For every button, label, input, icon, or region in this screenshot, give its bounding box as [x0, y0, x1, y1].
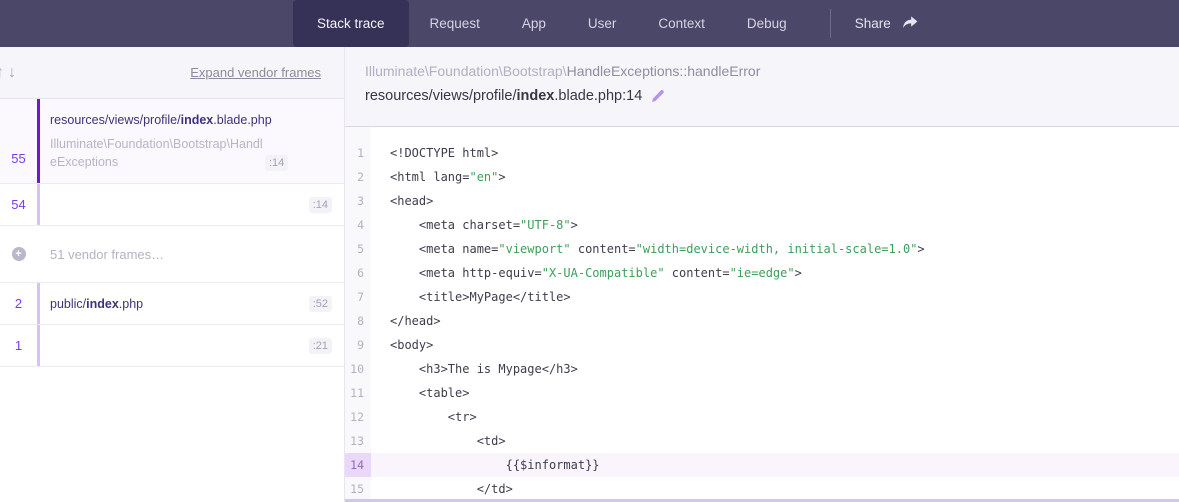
frame-file-path: resources/views/profile/index.blade.php: [50, 112, 332, 128]
vendor-frames-group[interactable]: +51 vendor frames…: [0, 226, 344, 283]
exception-handler-path: Illuminate\Foundation\Bootstrap\HandleEx…: [365, 63, 1179, 79]
next-frame-arrow-icon[interactable]: ↓: [6, 64, 18, 82]
share-button[interactable]: Share: [835, 0, 938, 47]
code-line-2: 2<html lang="en">: [345, 165, 1179, 189]
frame-line-badge: :14: [309, 197, 332, 213]
code-text: {{$informat}}: [371, 453, 1179, 477]
line-number: 15: [345, 477, 371, 501]
code-line-7: 7 <title>MyPage</title>: [345, 285, 1179, 309]
stack-frames-sidebar: ↑ ↓ Expand vendor frames 55resources/vie…: [0, 47, 345, 502]
code-text: <td>: [371, 429, 1179, 453]
code-text: <meta name="viewport" content="width=dev…: [371, 237, 1179, 261]
line-number: 12: [345, 405, 371, 429]
code-line-15: 15 </td>: [345, 477, 1179, 501]
code-text: <table>: [371, 381, 1179, 405]
edit-file-button[interactable]: [650, 89, 665, 104]
code-text: <meta http-equiv="X-UA-Compatible" conte…: [371, 261, 1179, 285]
line-number: 5: [345, 237, 371, 261]
code-viewer-header: Illuminate\Foundation\Bootstrap\HandleEx…: [345, 47, 1179, 126]
pencil-icon: [650, 89, 665, 104]
share-icon: [901, 16, 918, 31]
frame-number: 55: [0, 99, 37, 183]
frame-class-name: Illuminate\Foundation\Bootstrap\HandleEx…: [50, 135, 265, 171]
exception-class-prefix: Illuminate\Foundation\Bootstrap\: [365, 63, 567, 79]
line-number: 13: [345, 429, 371, 453]
line-number: 2: [345, 165, 371, 189]
tab-user[interactable]: User: [567, 0, 638, 47]
code-text: <tr>: [371, 405, 1179, 429]
tab-context[interactable]: Context: [637, 0, 726, 47]
code-text: <title>MyPage</title>: [371, 285, 1179, 309]
frame-line-badge: :52: [309, 296, 332, 312]
code-line-8: 8</head>: [345, 309, 1179, 333]
main-area: ↑ ↓ Expand vendor frames 55resources/vie…: [0, 47, 1179, 502]
code-viewer-panel: Illuminate\Foundation\Bootstrap\HandleEx…: [345, 47, 1179, 502]
frame-nav-arrows: ↑ ↓: [0, 64, 18, 82]
nav-divider: [830, 9, 831, 38]
frame-body: public/index.php:52: [40, 283, 344, 324]
line-number: 7: [345, 285, 371, 309]
file-line-number: :14: [622, 88, 642, 104]
code-text: <html lang="en">: [371, 165, 1179, 189]
top-nav: Stack traceRequestAppUserContextDebug Sh…: [0, 0, 1179, 47]
code-text: </head>: [371, 309, 1179, 333]
line-number: 14: [345, 453, 371, 477]
stack-frame-2[interactable]: 2public/index.php:52: [0, 283, 344, 325]
line-number: 9: [345, 333, 371, 357]
frame-number: 1: [0, 325, 37, 366]
expand-vendor-frames-link[interactable]: Expand vendor frames: [190, 65, 321, 80]
frame-number: 54: [0, 184, 37, 225]
frame-body: 51 vendor frames…: [40, 247, 344, 262]
code-line-6: 6 <meta http-equiv="X-UA-Compatible" con…: [345, 261, 1179, 285]
frame-line-badge: :21: [309, 338, 332, 354]
line-number: 11: [345, 381, 371, 405]
code-snippet: 1<!DOCTYPE html>2<html lang="en">3<head>…: [345, 126, 1179, 502]
frames-list: 55resources/views/profile/index.blade.ph…: [0, 99, 344, 502]
frame-line-badge: :14: [265, 155, 288, 171]
line-number: 3: [345, 189, 371, 213]
code-line-11: 11 <table>: [345, 381, 1179, 405]
frame-file-path: public/index.php: [50, 296, 309, 312]
code-text: <head>: [371, 189, 1179, 213]
code-line-5: 5 <meta name="viewport" content="width=d…: [345, 237, 1179, 261]
code-line-10: 10 <h3>The is Mypage</h3>: [345, 357, 1179, 381]
code-text: <h3>The is Mypage</h3>: [371, 357, 1179, 381]
line-number: 4: [345, 213, 371, 237]
code-line-1: 1<!DOCTYPE html>: [345, 141, 1179, 165]
code-line-14: 14 {{$informat}}: [345, 453, 1179, 477]
nav-tabs: Stack traceRequestAppUserContextDebug: [293, 0, 808, 47]
code-line-3: 3<head>: [345, 189, 1179, 213]
code-line-9: 9<body>: [345, 333, 1179, 357]
share-label: Share: [855, 16, 891, 31]
tab-app[interactable]: App: [501, 0, 567, 47]
frame-body: :21: [40, 325, 344, 366]
code-text: </td>: [371, 477, 1179, 501]
stack-frame-1[interactable]: 1 :21: [0, 325, 344, 367]
code-line-13: 13 <td>: [345, 429, 1179, 453]
tab-debug[interactable]: Debug: [726, 0, 808, 47]
line-number: 6: [345, 261, 371, 285]
code-text: <meta charset="UTF-8">: [371, 213, 1179, 237]
file-path-text: resources/views/profile/index.blade.php:…: [365, 88, 642, 104]
stack-frame-55[interactable]: 55resources/views/profile/index.blade.ph…: [0, 99, 344, 184]
current-file-path: resources/views/profile/index.blade.php:…: [365, 88, 1179, 104]
plus-icon[interactable]: +: [12, 247, 26, 261]
frame-body: resources/views/profile/index.blade.php I…: [40, 99, 344, 183]
code-text: <!DOCTYPE html>: [371, 141, 1179, 165]
stack-frame-54[interactable]: 54 :14: [0, 184, 344, 226]
tab-request[interactable]: Request: [409, 0, 501, 47]
exception-class-method: HandleExceptions::handleError: [567, 63, 761, 79]
frame-body: :14: [40, 184, 344, 225]
vendor-frames-label: 51 vendor frames…: [50, 247, 164, 262]
frame-number: 2: [0, 283, 37, 324]
line-number: 10: [345, 357, 371, 381]
expand-group-cell: +: [0, 247, 37, 261]
code-text: <body>: [371, 333, 1179, 357]
line-number: 1: [345, 141, 371, 165]
sidebar-header: ↑ ↓ Expand vendor frames: [0, 47, 344, 99]
line-number: 8: [345, 309, 371, 333]
tab-stack-trace[interactable]: Stack trace: [293, 0, 409, 47]
code-line-4: 4 <meta charset="UTF-8">: [345, 213, 1179, 237]
code-line-12: 12 <tr>: [345, 405, 1179, 429]
